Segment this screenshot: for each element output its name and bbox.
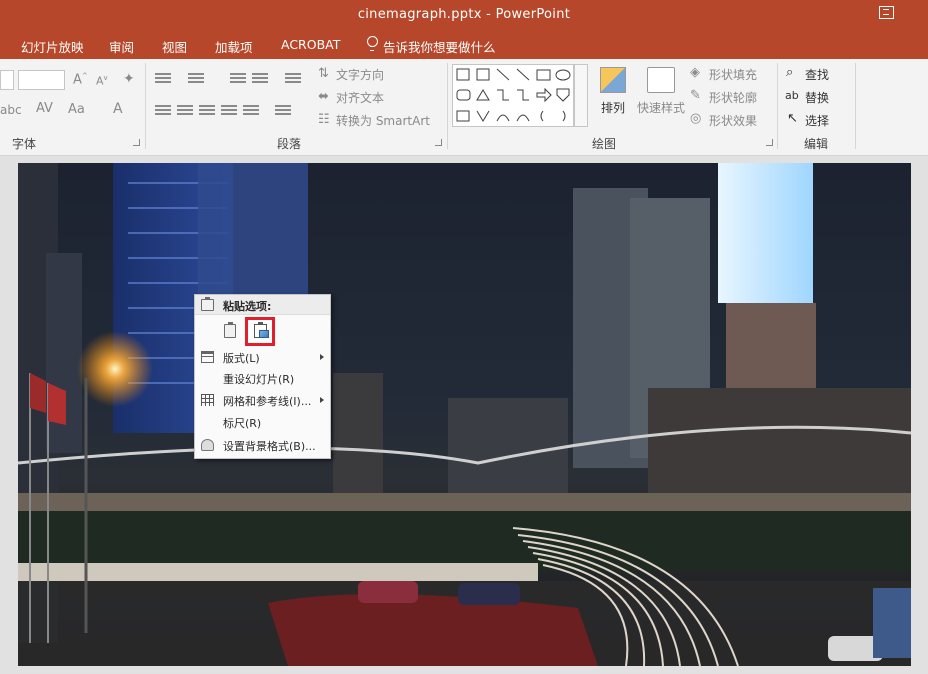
grow-font-icon[interactable]: A^ xyxy=(73,72,88,87)
text-direction-button[interactable]: 文字方向 xyxy=(336,66,384,83)
paste-options-label: 粘贴选项: xyxy=(223,300,272,313)
char-spacing-icon[interactable]: AV xyxy=(36,101,53,116)
replace-icon: ab xyxy=(785,89,799,102)
line-spacing-icon[interactable] xyxy=(285,73,301,84)
editing-group-label: 编辑 xyxy=(804,137,829,151)
select-button[interactable]: 选择 xyxy=(805,112,829,129)
drawing-group-label: 绘图 xyxy=(592,137,617,151)
justify-icon[interactable] xyxy=(221,105,237,116)
grid-icon xyxy=(201,394,214,406)
align-text-button[interactable]: 对齐文本 xyxy=(336,89,384,106)
increase-indent-icon[interactable] xyxy=(252,73,268,84)
clipboard-icon xyxy=(201,297,214,311)
text-direction-icon: ⇅ xyxy=(318,66,329,81)
ribbon-divider xyxy=(145,63,146,149)
menu-item-label: 版式(L) xyxy=(223,352,260,365)
paste-keep-source-icon[interactable] xyxy=(224,322,236,338)
menu-item-label: 重设幻灯片(R) xyxy=(223,373,295,386)
paint-bucket-icon: ◈ xyxy=(690,65,700,80)
layout-icon xyxy=(201,351,214,363)
title-bar: cinemagraph.pptx - PowerPoint xyxy=(0,0,928,30)
quick-styles-icon xyxy=(647,67,675,93)
shrink-font-icon[interactable]: Av xyxy=(96,74,108,88)
menu-item-ruler[interactable]: 标尺(R) xyxy=(195,412,330,433)
ribbon-divider xyxy=(777,63,778,149)
paragraph-group-label: 段落 xyxy=(277,137,302,151)
search-icon: ⌕ xyxy=(786,65,794,80)
restore-window-icon[interactable] xyxy=(879,6,894,19)
bullets-icon[interactable] xyxy=(155,73,171,84)
city-night-photo xyxy=(18,163,911,666)
ribbon-divider xyxy=(447,63,448,149)
tell-me-search[interactable]: 告诉我你想要做什么 xyxy=(383,37,496,56)
align-center-icon[interactable] xyxy=(177,105,193,116)
find-button[interactable]: 查找 xyxy=(805,66,829,83)
arrange-button[interactable]: 排列 xyxy=(601,99,625,116)
paste-options-header: 粘贴选项: xyxy=(195,295,330,314)
arrange-icon xyxy=(600,67,626,93)
align-right-icon[interactable] xyxy=(199,105,215,116)
menu-item-label: 设置背景格式(B)... xyxy=(223,440,316,453)
shape-outline-button[interactable]: 形状轮廓 xyxy=(709,89,757,106)
distributed-icon[interactable] xyxy=(243,105,259,116)
menu-item-grid-guides[interactable]: 网格和参考线(I)... xyxy=(195,390,330,411)
lightbulb-icon xyxy=(367,36,378,51)
cursor-icon: ↖ xyxy=(787,111,798,126)
menu-divider xyxy=(195,314,330,315)
tab-review[interactable]: 审阅 xyxy=(109,37,134,56)
pen-icon: ✎ xyxy=(690,88,701,103)
context-menu: 粘贴选项: 版式(L) 重设幻灯片(R) 网格和参考线(I)... 标尺(R) … xyxy=(194,294,331,459)
clear-format-icon[interactable]: ✦ xyxy=(123,71,135,87)
tab-acrobat[interactable]: ACROBAT xyxy=(281,37,340,52)
font-name-box[interactable] xyxy=(0,70,14,90)
shape-fill-button[interactable]: 形状填充 xyxy=(709,66,757,83)
tab-view[interactable]: 视图 xyxy=(162,37,187,56)
effects-icon: ◎ xyxy=(690,111,702,126)
tab-addins[interactable]: 加载项 xyxy=(215,37,253,56)
menu-item-format-background[interactable]: 设置背景格式(B)... xyxy=(195,435,330,456)
window-title: cinemagraph.pptx - PowerPoint xyxy=(357,7,571,22)
align-left-icon[interactable] xyxy=(155,105,171,116)
font-dialog-launcher-icon[interactable] xyxy=(133,139,140,146)
shape-effects-button[interactable]: 形状效果 xyxy=(709,112,757,129)
drawing-dialog-launcher-icon[interactable] xyxy=(766,139,773,146)
align-text-icon: ⬌ xyxy=(318,89,329,104)
font-size-box[interactable] xyxy=(18,70,65,90)
tab-slideshow[interactable]: 幻灯片放映 xyxy=(21,37,84,56)
paste-as-picture-button[interactable] xyxy=(245,317,275,346)
gallery-scroll-button[interactable] xyxy=(574,64,588,127)
strikethrough-icon[interactable]: abc xyxy=(0,103,22,117)
font-group-label: 字体 xyxy=(12,137,37,151)
menu-item-layout[interactable]: 版式(L) xyxy=(195,347,330,368)
convert-smartart-button[interactable]: 转换为 SmartArt xyxy=(336,112,430,129)
menu-item-label: 网格和参考线(I)... xyxy=(223,395,312,408)
submenu-arrow-icon xyxy=(320,354,324,360)
ribbon-divider xyxy=(855,63,856,149)
numbering-icon[interactable] xyxy=(188,73,204,84)
change-case-icon[interactable]: Aa xyxy=(68,102,85,117)
submenu-arrow-icon xyxy=(320,397,324,403)
font-color-icon[interactable]: A xyxy=(113,101,123,117)
columns-icon[interactable] xyxy=(275,105,291,116)
slide-canvas[interactable] xyxy=(18,163,911,666)
paste-picture-icon xyxy=(254,322,269,338)
replace-button[interactable]: 替换 xyxy=(805,89,829,106)
shapes-gallery[interactable] xyxy=(452,64,574,127)
menu-item-reset-slide[interactable]: 重设幻灯片(R) xyxy=(195,368,330,389)
paint-bucket-icon xyxy=(201,439,214,451)
menu-item-label: 标尺(R) xyxy=(223,417,262,430)
paragraph-dialog-launcher-icon[interactable] xyxy=(435,139,442,146)
ribbon-tabs: 幻灯片放映 审阅 视图 加载项 ACROBAT 告诉我你想要做什么 xyxy=(0,30,928,59)
quick-styles-button[interactable]: 快速样式 xyxy=(637,99,685,116)
smartart-icon: ☷ xyxy=(318,112,330,127)
decrease-indent-icon[interactable] xyxy=(230,73,246,84)
ribbon: A^ Av ✦ abc AV Aa A 字体 ⇅ 文字方向 ⬌ 对齐文本 ☷ 转… xyxy=(0,59,928,156)
shapes-gallery-icons xyxy=(456,68,571,122)
